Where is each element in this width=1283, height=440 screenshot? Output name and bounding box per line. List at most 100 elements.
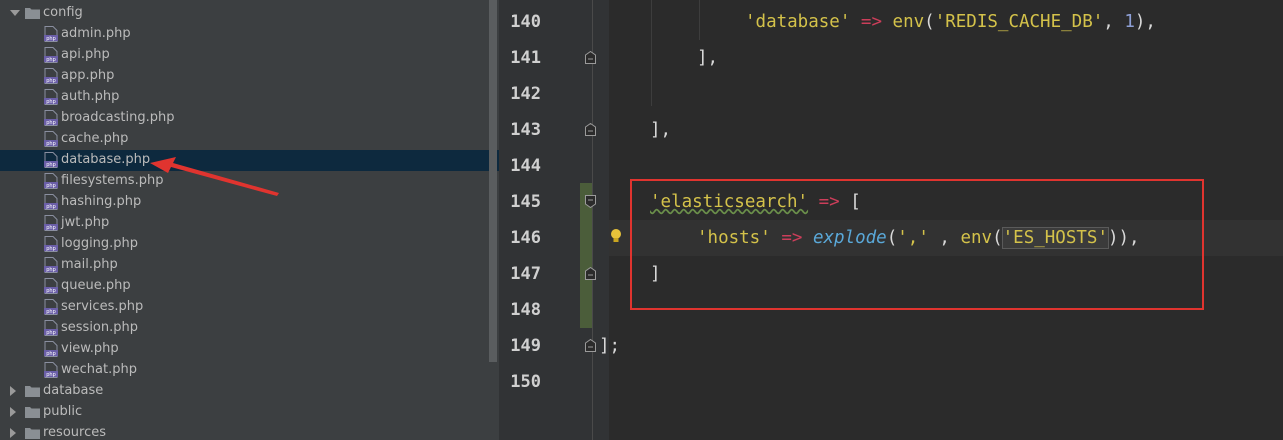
tree-label: resources bbox=[43, 425, 107, 440]
operator-token: => bbox=[860, 12, 882, 32]
php-file-icon: php bbox=[44, 299, 58, 315]
php-file-icon: php bbox=[44, 89, 58, 105]
line-number: 150 bbox=[510, 372, 541, 392]
tree-folder-item[interactable]: database bbox=[0, 381, 499, 402]
php-file-icon: php bbox=[44, 341, 58, 357]
tree-label: config bbox=[43, 5, 83, 20]
php-file-icon: php bbox=[44, 26, 58, 42]
php-file-icon: php bbox=[44, 110, 58, 126]
function-token: env bbox=[892, 12, 925, 32]
chevron-down-icon[interactable] bbox=[10, 10, 20, 16]
fold-marker-icon[interactable] bbox=[585, 123, 596, 136]
code-line-141[interactable]: ], bbox=[499, 40, 1283, 76]
chevron-right-icon[interactable] bbox=[10, 407, 16, 417]
tree-label: wechat.php bbox=[61, 362, 137, 377]
tree-folder-item[interactable]: resources bbox=[0, 423, 499, 440]
folder-icon bbox=[25, 8, 40, 19]
tree-label: public bbox=[43, 404, 83, 419]
svg-text:php: php bbox=[46, 246, 56, 252]
fold-marker-icon[interactable] bbox=[585, 267, 596, 280]
code-text: ], bbox=[697, 48, 719, 68]
tree-label: hashing.php bbox=[61, 194, 142, 209]
tree-label: queue.php bbox=[61, 278, 131, 293]
tree-folder-item[interactable]: public bbox=[0, 402, 499, 423]
svg-text:php: php bbox=[46, 351, 56, 357]
php-file-icon: php bbox=[44, 194, 58, 210]
tree-label: app.php bbox=[61, 68, 115, 83]
fold-marker-icon[interactable] bbox=[585, 195, 596, 208]
folder-icon bbox=[25, 386, 40, 397]
code-text: ]; bbox=[599, 336, 621, 356]
code-line-140[interactable]: 'database' => env('REDIS_CACHE_DB', 1), bbox=[499, 4, 1283, 40]
punct-token: ( bbox=[924, 12, 935, 32]
tree-label: logging.php bbox=[61, 236, 139, 251]
php-file-icon: php bbox=[44, 215, 58, 231]
php-file-icon: php bbox=[44, 362, 58, 378]
fold-marker-icon[interactable] bbox=[585, 339, 596, 352]
php-file-icon: php bbox=[44, 47, 58, 63]
code-line-149[interactable]: ]; bbox=[499, 328, 1283, 364]
tree-file-item[interactable]: php cache.php bbox=[0, 129, 499, 150]
folder-icon bbox=[25, 407, 40, 418]
tree-file-item[interactable]: php wechat.php bbox=[0, 360, 499, 381]
chevron-right-icon[interactable] bbox=[10, 386, 16, 396]
tree-file-item[interactable]: php database.php bbox=[0, 150, 499, 171]
tree-file-item[interactable]: php filesystems.php bbox=[0, 171, 499, 192]
php-file-icon: php bbox=[44, 152, 58, 168]
fold-marker-icon[interactable] bbox=[585, 51, 596, 64]
chevron-right-icon[interactable] bbox=[10, 428, 16, 438]
tree-file-item[interactable]: php auth.php bbox=[0, 87, 499, 108]
svg-text:php: php bbox=[46, 204, 56, 210]
tree-label: api.php bbox=[61, 47, 110, 62]
tree-label: admin.php bbox=[61, 26, 131, 41]
php-file-icon: php bbox=[44, 68, 58, 84]
tree-file-item[interactable]: php jwt.php bbox=[0, 213, 499, 234]
svg-text:php: php bbox=[46, 183, 56, 189]
tree-file-item[interactable]: php broadcasting.php bbox=[0, 108, 499, 129]
tree-file-item[interactable]: php view.php bbox=[0, 339, 499, 360]
tree-file-item[interactable]: php session.php bbox=[0, 318, 499, 339]
folder-icon bbox=[25, 428, 40, 439]
tree-file-item[interactable]: php services.php bbox=[0, 297, 499, 318]
svg-text:php: php bbox=[46, 99, 56, 105]
string-token: 'REDIS_CACHE_DB' bbox=[934, 12, 1104, 32]
tree-label: view.php bbox=[61, 341, 119, 356]
tree-label: database.php bbox=[61, 152, 151, 167]
punct-token: , bbox=[1103, 12, 1125, 32]
line-number: 144 bbox=[510, 156, 541, 176]
php-file-icon: php bbox=[44, 257, 58, 273]
php-file-icon: php bbox=[44, 173, 58, 189]
tree-label: broadcasting.php bbox=[61, 110, 175, 125]
code-text: ], bbox=[650, 120, 672, 140]
punct-token: ), bbox=[1134, 12, 1156, 32]
tree-folder-config[interactable]: config bbox=[0, 3, 499, 24]
project-tree: config php admin.php php api.php php app.php p… bbox=[0, 0, 499, 440]
tree-label: session.php bbox=[61, 320, 138, 335]
php-file-icon: php bbox=[44, 278, 58, 294]
tree-label: services.php bbox=[61, 299, 144, 314]
svg-text:php: php bbox=[46, 225, 56, 231]
svg-text:php: php bbox=[46, 309, 56, 315]
code-editor[interactable]: 140 141 142 143 144 145 146 147 148 149 150 'datab… bbox=[499, 0, 1283, 440]
tree-label: jwt.php bbox=[61, 215, 110, 230]
annotation-highlight-box bbox=[630, 179, 1204, 310]
tree-label: mail.php bbox=[61, 257, 118, 272]
line-number: 148 bbox=[510, 300, 541, 320]
tree-scrollbar[interactable] bbox=[489, 0, 497, 362]
lightbulb-icon[interactable] bbox=[610, 228, 622, 244]
svg-text:php: php bbox=[46, 120, 56, 126]
tree-label: database bbox=[43, 383, 104, 398]
tree-file-item[interactable]: php queue.php bbox=[0, 276, 499, 297]
tree-file-item[interactable]: php app.php bbox=[0, 66, 499, 87]
tree-file-item[interactable]: php admin.php bbox=[0, 24, 499, 45]
tree-file-item[interactable]: php logging.php bbox=[0, 234, 499, 255]
tree-file-item[interactable]: php api.php bbox=[0, 45, 499, 66]
tree-file-item[interactable]: php mail.php bbox=[0, 255, 499, 276]
tree-file-item[interactable]: php hashing.php bbox=[0, 192, 499, 213]
tree-label: cache.php bbox=[61, 131, 129, 146]
code-line-143[interactable]: ], bbox=[499, 112, 1283, 148]
tree-label: filesystems.php bbox=[61, 173, 164, 188]
number-token: 1 bbox=[1124, 12, 1135, 32]
svg-text:php: php bbox=[46, 57, 56, 63]
svg-text:php: php bbox=[46, 267, 56, 273]
